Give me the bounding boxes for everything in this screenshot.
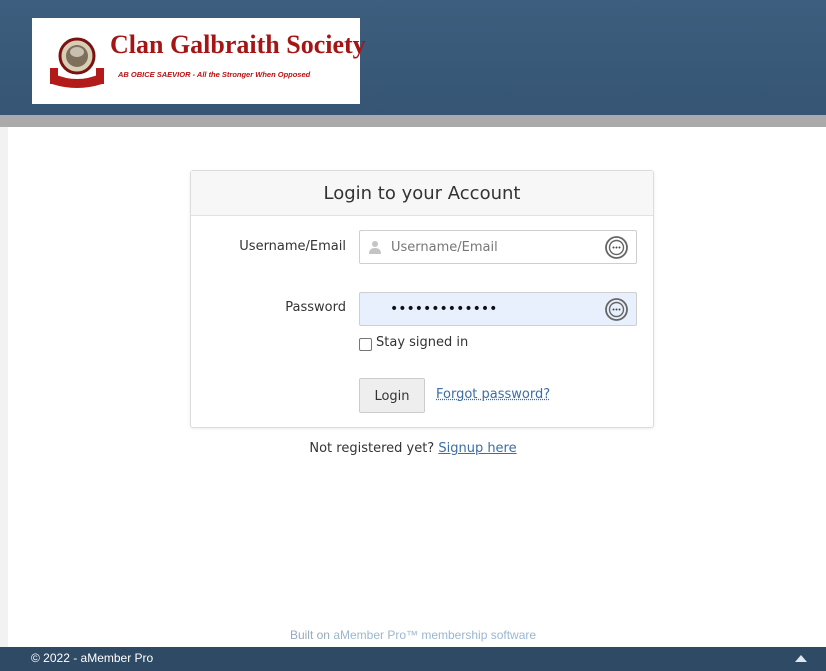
built-on-prefix: Built on (289, 628, 330, 642)
site-motto: AB OBICE SAEVIOR - All the Stronger When… (118, 70, 311, 79)
signup-prompt-text: Not registered yet? (309, 441, 435, 456)
login-title: Login to your Account (191, 171, 653, 216)
signup-prompt: Not registered yet? Signup here (0, 441, 826, 456)
username-placeholder: Username/Email (391, 240, 498, 255)
stay-signed-in-checkbox[interactable] (359, 338, 372, 351)
forgot-password-link[interactable]: Forgot password? (436, 387, 550, 402)
login-panel: Login to your Account Username/Email Use… (190, 170, 654, 428)
password-manager-icon[interactable] (605, 298, 628, 321)
username-label: Username/Email (239, 239, 346, 254)
site-footer: © 2022 - aMember Pro (0, 647, 826, 671)
login-button[interactable]: Login (359, 378, 425, 413)
password-label: Password (285, 300, 346, 315)
username-input[interactable]: Username/Email (359, 230, 637, 264)
password-manager-icon[interactable] (605, 236, 628, 259)
user-icon (369, 241, 381, 254)
scroll-to-top-icon[interactable] (795, 655, 807, 662)
password-value: ••••••••••••• (390, 301, 498, 317)
site-title: Clan Galbraith Society (110, 30, 366, 59)
password-input[interactable]: ••••••••••••• (359, 292, 637, 326)
signup-link[interactable]: Signup here (438, 441, 516, 456)
header-divider (0, 115, 826, 127)
clan-crest-icon (50, 37, 104, 88)
site-logo[interactable]: Clan Galbraith Society AB OBICE SAEVIOR … (32, 18, 366, 104)
built-on-notice: Built on aMember Pro™ membership softwar… (0, 628, 826, 642)
footer-copyright: © 2022 - aMember Pro (31, 651, 154, 665)
left-gutter (0, 127, 8, 647)
amember-link[interactable]: aMember Pro™ membership software (333, 628, 536, 642)
site-header: Clan Galbraith Society AB OBICE SAEVIOR … (0, 0, 826, 115)
stay-signed-in-label[interactable]: Stay signed in (376, 335, 468, 350)
